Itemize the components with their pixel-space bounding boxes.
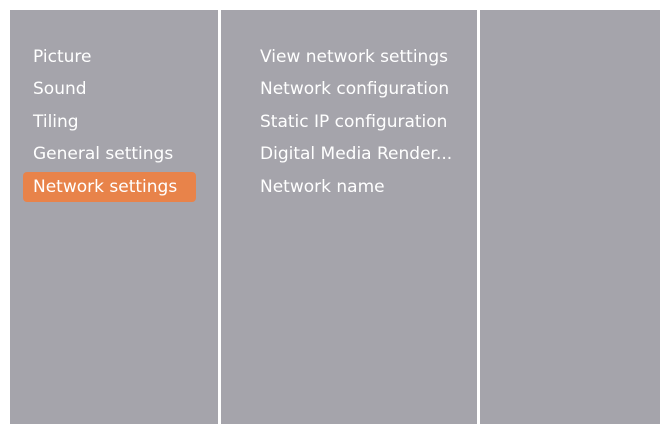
sub-menu-item-network-name[interactable]: Network name [250,172,470,202]
sub-menu-item-digital-media-render[interactable]: Digital Media Render... [250,139,470,169]
sub-menu-item-view-network-settings[interactable]: View network settings [250,42,470,72]
main-menu-item-tiling[interactable]: Tiling [23,107,196,137]
osd-settings-menu: Picture Sound Tiling General settings Ne… [10,10,660,424]
main-menu-item-sound[interactable]: Sound [23,74,196,104]
detail-column [480,10,660,424]
sub-menu-item-network-configuration[interactable]: Network configuration [250,74,470,104]
main-menu-item-picture[interactable]: Picture [23,42,196,72]
column-divider [218,10,221,424]
sub-menu-column: View network settings Network configurat… [250,42,470,424]
main-menu-item-general-settings[interactable]: General settings [23,139,196,169]
main-menu-column: Picture Sound Tiling General settings Ne… [23,42,213,424]
sub-menu-item-static-ip-configuration[interactable]: Static IP configuration [250,107,470,137]
main-menu-item-network-settings[interactable]: Network settings [23,171,196,202]
